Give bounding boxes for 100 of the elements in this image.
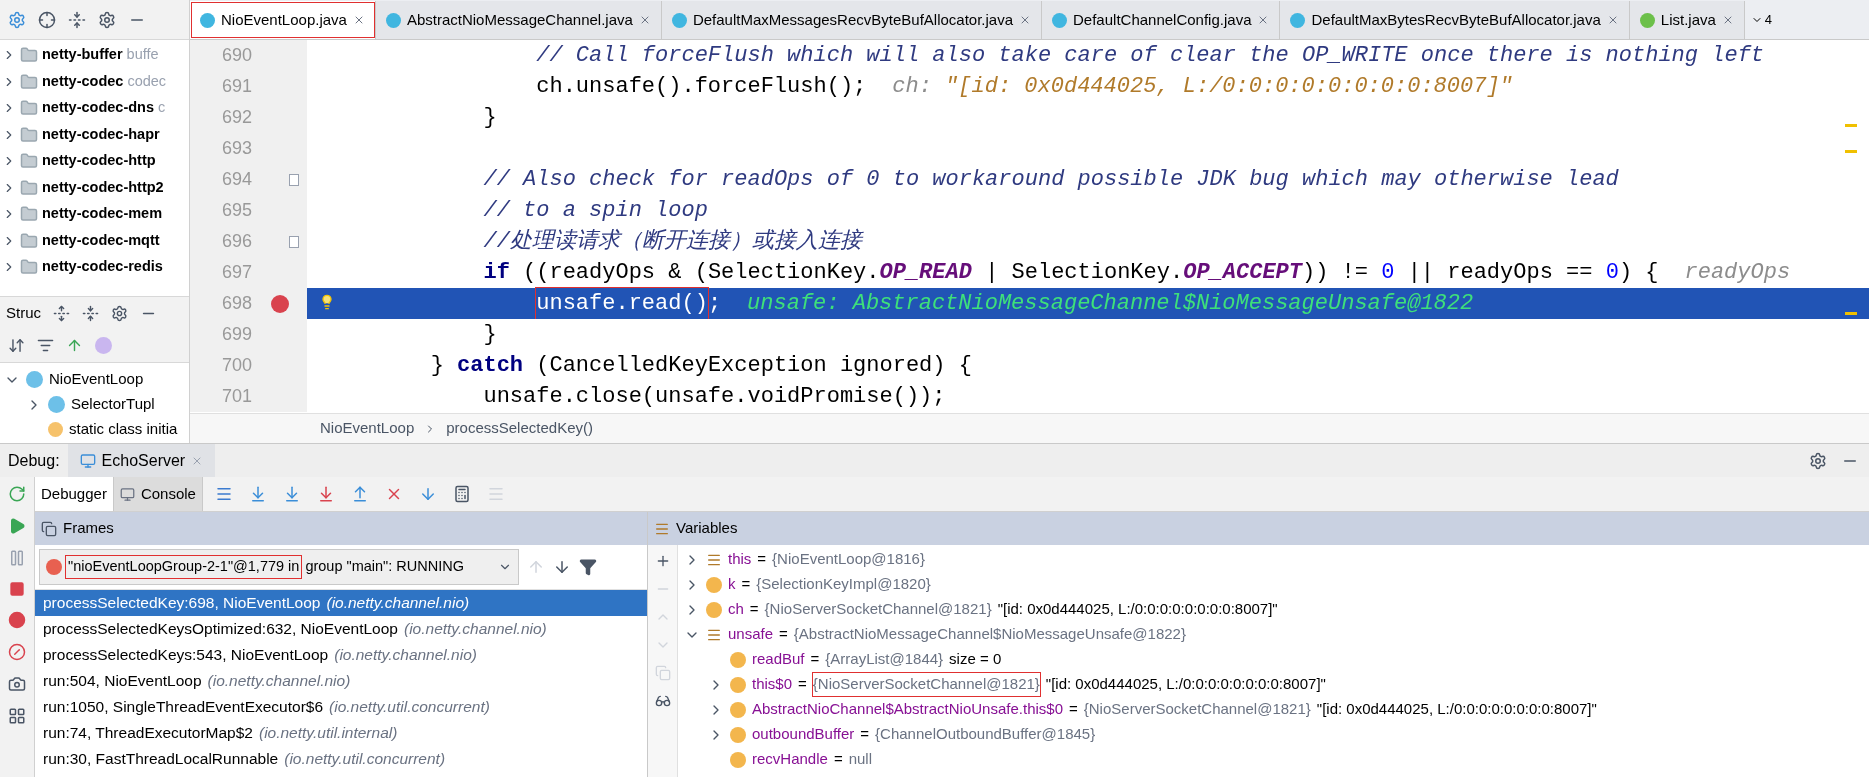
field-icon	[730, 726, 746, 743]
field-icon	[730, 651, 746, 668]
module-folder-icon	[20, 205, 38, 224]
settings-icon[interactable]	[111, 304, 128, 322]
module-name[interactable]: netty-codec-mem	[42, 203, 163, 226]
class-icon	[200, 12, 215, 28]
code-text: OP_READ	[879, 259, 972, 287]
debugger-tab[interactable]: Console	[113, 477, 203, 511]
hidden-tabs-count[interactable]: 4	[1764, 10, 1773, 30]
stack-frame[interactable]: run:504, NioEventLoop (io.netty.channel.nio)	[35, 668, 647, 694]
expand-all-icon[interactable]	[53, 304, 70, 322]
module-folder-icon	[20, 99, 38, 118]
variable-description: "[id: 0x0d444025, L:/0:0:0:0:0:0:0:0:8007]"	[1045, 674, 1326, 695]
panel-title: Variables	[676, 518, 738, 539]
code-text: ch.unsafe().forceFlush();	[536, 73, 867, 101]
module-name[interactable]: netty-codec-hapr	[42, 123, 160, 146]
fold-marker-icon[interactable]	[288, 235, 299, 248]
equals-sign: =	[798, 674, 807, 695]
code-text: ;	[707, 290, 722, 318]
stop-icon[interactable]	[9, 581, 25, 597]
module-name[interactable]: netty-codec	[42, 70, 124, 93]
filter-icon[interactable]	[579, 558, 597, 576]
breadcrumb-item[interactable]: NioEventLoop	[320, 417, 415, 440]
variable-description: "[id: 0x0d444025, L:/0:0:0:0:0:0:0:0:8007]"	[997, 599, 1278, 620]
module-name[interactable]: netty-codec-dns	[42, 97, 154, 120]
variable-name: unsafe	[728, 624, 774, 645]
variable-name: ch	[728, 599, 744, 620]
variable-name: this	[728, 549, 752, 570]
stack-frame[interactable]: run:30, FastThreadLocalRunnable (io.netty.util.concurrent)	[35, 746, 647, 772]
structure-item[interactable]: SelectorTupl	[71, 393, 155, 416]
code-text: unsafe.read()	[536, 288, 708, 319]
field-icon	[730, 751, 746, 768]
parameter-icon	[706, 576, 722, 593]
editor-tab[interactable]: DefaultMaxBytesRecvByteBufAllocator.java	[1280, 1, 1630, 39]
module-name[interactable]: netty-codec-redis	[42, 256, 163, 279]
resume-icon[interactable]	[8, 517, 26, 535]
class-icon	[1639, 12, 1655, 28]
glasses-icon[interactable]	[654, 693, 671, 709]
sort-alphabetically-icon[interactable]	[37, 337, 54, 354]
module-folder-icon	[20, 46, 38, 65]
structure-item[interactable]: static class initia	[69, 418, 178, 441]
line-number: 699	[220, 323, 252, 346]
code-text: || readyOps ==	[1407, 259, 1594, 287]
editor-tab[interactable]: NioEventLoop.java	[190, 1, 376, 39]
debugger-tab[interactable]: Debugger	[35, 477, 114, 511]
stack-frame[interactable]: run:1050, SingleThreadEventExecutor$6 (io.netty.util.concurrent)	[35, 694, 647, 720]
module-name[interactable]: netty-codec-http	[42, 150, 156, 173]
equals-sign: =	[757, 549, 767, 570]
editor-tab[interactable]: DefaultMaxMessagesRecvByteBufAllocator.java	[661, 1, 1043, 39]
variable-value: {NioServerSocketChannel@1821}	[812, 673, 1040, 696]
collapse-all-icon[interactable]	[68, 10, 86, 29]
module-name[interactable]: netty-codec-http2	[42, 176, 164, 199]
variable-name: AbstractNioChannel$AbstractNioUnsafe.this$0	[752, 699, 1063, 720]
code-text: //处理读请求（断开连接）或接入连接	[483, 227, 862, 256]
mute-breakpoints-icon[interactable]	[8, 643, 26, 661]
stack-frame[interactable]: processSelectedKey:698, NioEventLoop (io.netty.channel.nio)	[35, 590, 647, 616]
class-icon	[1290, 12, 1306, 28]
equals-sign: =	[860, 724, 870, 745]
module-folder-icon	[20, 231, 38, 250]
fold-marker-icon[interactable]	[288, 173, 299, 186]
rerun-icon[interactable]	[8, 485, 26, 503]
settings-icon[interactable]	[98, 10, 116, 29]
session-tab[interactable]: EchoServer	[67, 444, 216, 477]
breadcrumb-item[interactable]: processSelectedKey()	[446, 417, 593, 440]
editor-tab[interactable]: DefaultChannelConfig.java	[1042, 1, 1281, 39]
line-number: 691	[220, 75, 252, 98]
inherited-icon[interactable]	[66, 337, 83, 354]
camera-icon[interactable]	[8, 675, 26, 693]
locate-icon[interactable]	[38, 10, 56, 29]
settings-dropdown-icon[interactable]	[8, 10, 26, 29]
variable-name: readBuf	[752, 649, 805, 670]
stack-frame[interactable]: processSelectedKeysOptimized:632, NioEventLoop (io.netty.channel.nio)	[35, 616, 647, 642]
lightbulb-icon[interactable]	[319, 294, 335, 310]
editor-tab[interactable]: AbstractNioMessageChannel.java	[375, 1, 662, 39]
code-text: // Also check for readOps of 0 to workaround possible JDK bug which may otherwise lead	[483, 166, 1619, 194]
code-text: // Call forceFlush which will also take care of clear the OP_WRITE once there is nothing left	[536, 42, 1765, 70]
variable-value: {NioServerSocketChannel@1821}	[764, 599, 992, 620]
sort-visibility-icon[interactable]	[8, 337, 25, 354]
variable-name: outboundBuffer	[752, 724, 855, 745]
code-text: }	[483, 104, 497, 132]
module-name[interactable]: netty-buffer	[42, 44, 123, 67]
code-text: if	[483, 259, 510, 287]
layout-icon[interactable]	[8, 707, 26, 725]
parameter-icon	[706, 601, 722, 618]
module-name[interactable]: netty-codec-mqtt	[42, 229, 160, 252]
editor-tab[interactable]: List.java	[1629, 1, 1745, 39]
module-folder-icon	[20, 152, 38, 171]
collapse-all-icon[interactable]	[82, 304, 99, 322]
stack-frame[interactable]: run:74, ThreadExecutorMap$2 (io.netty.util.internal)	[35, 720, 647, 746]
calculator-icon[interactable]	[452, 485, 471, 503]
view-breakpoints-icon[interactable]	[8, 611, 26, 629]
module-description: buffe	[126, 45, 159, 65]
line-number: 695	[220, 199, 252, 222]
breakpoint-icon[interactable]	[270, 294, 289, 313]
structure-item[interactable]: NioEventLoop	[49, 368, 144, 391]
settings-icon[interactable]	[1809, 451, 1827, 470]
show-execution-point-icon[interactable]	[214, 485, 233, 503]
next-frame-icon[interactable]	[553, 558, 571, 576]
stack-frame[interactable]: processSelectedKeys:543, NioEventLoop (io.netty.channel.nio)	[35, 642, 647, 668]
thread-dropdown[interactable]: "nioEventLoopGroup-2-1"@1,779 in group "main": RUNNING	[39, 549, 519, 585]
